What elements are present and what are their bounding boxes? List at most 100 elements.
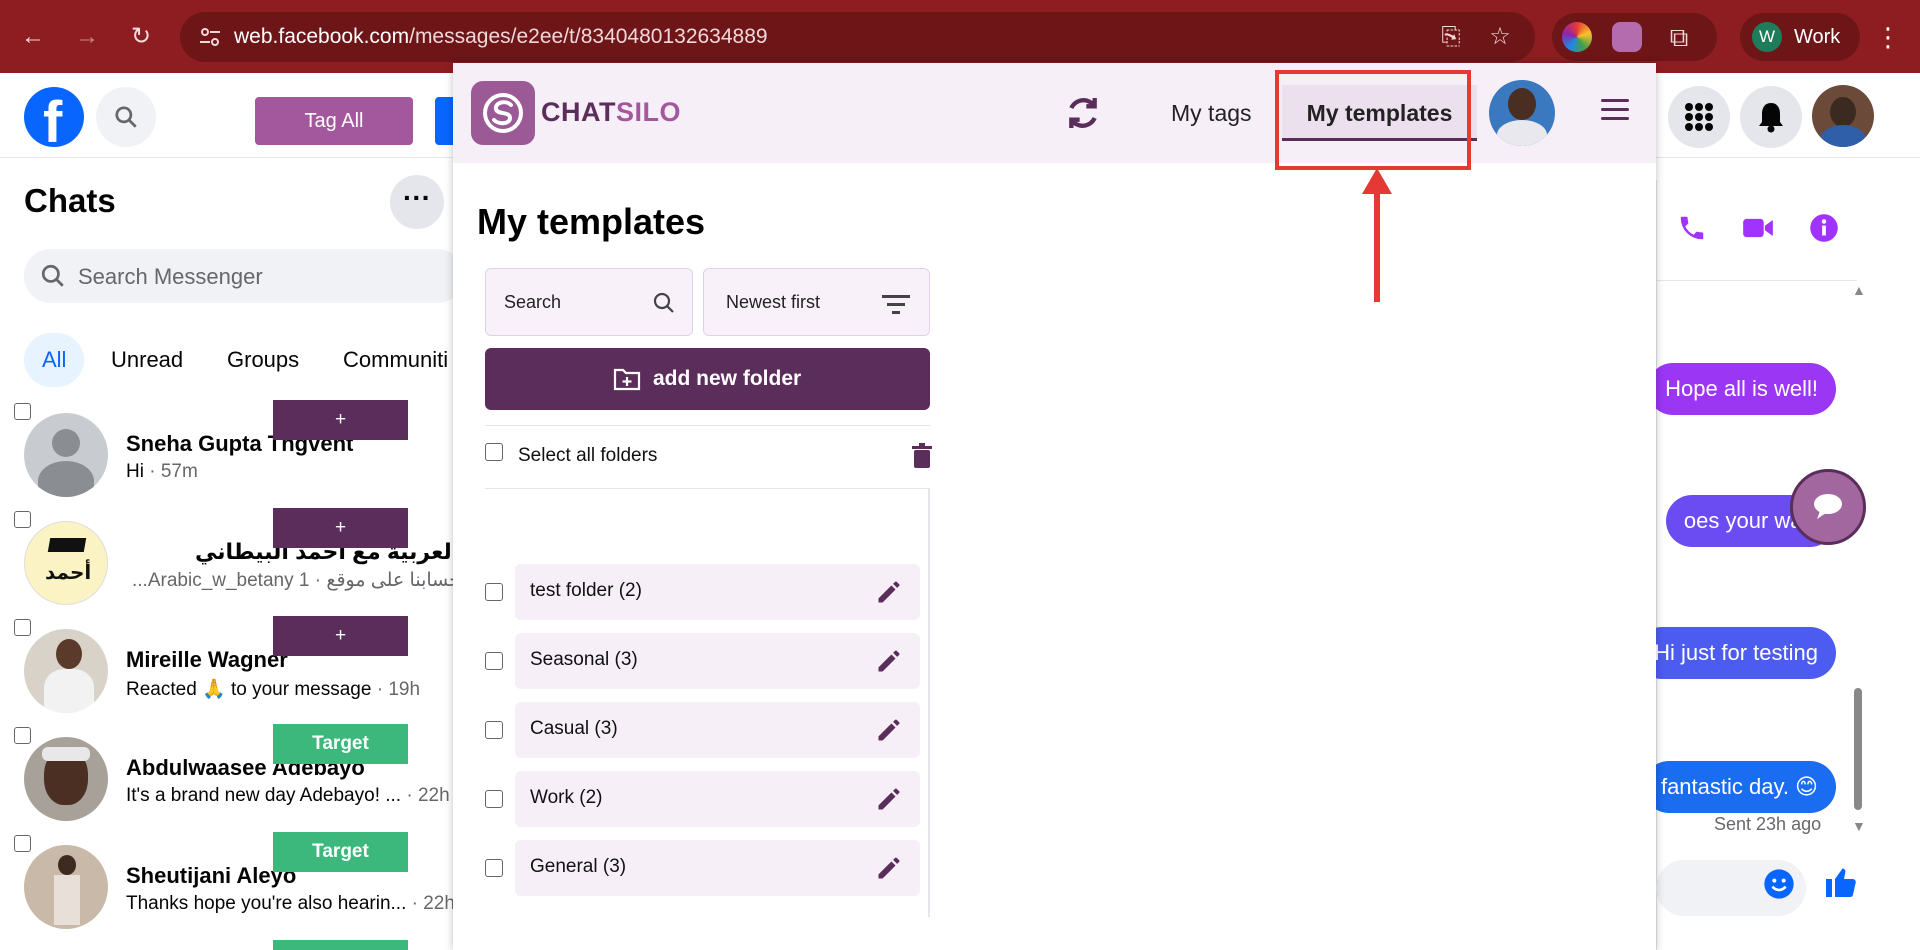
folder-name: Casual (3): [530, 718, 618, 739]
chat-bubble-icon: [1814, 494, 1842, 519]
add-tag-button[interactable]: +: [273, 400, 408, 440]
delete-trash-icon[interactable]: [911, 443, 933, 469]
back-icon[interactable]: ←: [16, 20, 50, 54]
menu-grid-button[interactable]: [1668, 86, 1730, 148]
filter-tab-unread[interactable]: Unread: [111, 333, 183, 387]
chat-select-checkbox[interactable]: [14, 727, 31, 744]
folder-item[interactable]: Work (2): [485, 771, 930, 827]
target-tag-badge[interactable]: [273, 940, 408, 950]
folder-checkbox[interactable]: [485, 652, 503, 670]
search-placeholder: Search Messenger: [78, 264, 263, 289]
select-all-checkbox[interactable]: [485, 443, 503, 461]
chatsilo-logo-mark: [483, 93, 523, 133]
chat-select-checkbox[interactable]: [14, 403, 31, 420]
highlight-box: [1275, 70, 1471, 170]
facebook-account-avatar[interactable]: [1812, 85, 1874, 147]
chat-preview: ...Arabic_w_betany حسابنا على موقع · 1: [132, 570, 461, 591]
message-bubble[interactable]: Hope all is well!: [1647, 363, 1836, 415]
tab-my-tags[interactable]: My tags: [1171, 85, 1252, 141]
chat-select-checkbox[interactable]: [14, 511, 31, 528]
folder-item[interactable]: General (3): [485, 840, 930, 896]
site-settings-icon[interactable]: [198, 25, 222, 49]
bookmark-star-icon[interactable]: ☆: [1486, 23, 1514, 51]
profile-label: Work: [1794, 26, 1841, 48]
install-app-icon[interactable]: ⎘: [1437, 23, 1465, 51]
conversation-divider: [1657, 280, 1857, 281]
pencil-edit-icon[interactable]: [875, 647, 903, 675]
puzzle-extensions-icon[interactable]: ⧉: [1664, 22, 1694, 52]
color-picker-extension-icon[interactable]: [1562, 22, 1592, 52]
pencil-edit-icon[interactable]: [875, 785, 903, 813]
chats-options-button[interactable]: ···: [390, 175, 444, 229]
target-tag-badge[interactable]: Target: [273, 832, 408, 872]
add-tag-button[interactable]: +: [273, 616, 408, 656]
facebook-logo[interactable]: f: [24, 87, 84, 155]
chatsilo-extension-icon[interactable]: [1612, 22, 1642, 52]
tag-all-button[interactable]: Tag All: [255, 97, 413, 145]
forward-icon[interactable]: →: [70, 20, 104, 54]
select-all-label: Select all folders: [518, 445, 658, 466]
emoji-icon[interactable]: [1763, 868, 1795, 905]
video-call-icon[interactable]: [1741, 213, 1775, 247]
reload-icon[interactable]: ↻: [124, 20, 158, 54]
messenger-search-input[interactable]: Search Messenger: [24, 249, 464, 303]
message-bubble[interactable]: fantastic day. 😊: [1642, 761, 1836, 813]
hamburger-menu-icon[interactable]: [1601, 99, 1629, 121]
folder-name: Work (2): [530, 787, 603, 808]
chat-preview: It's a brand new day Adebayo! ... · 22h: [126, 785, 450, 806]
chatsilo-user-avatar[interactable]: [1489, 80, 1555, 146]
browser-menu-icon[interactable]: ⋮: [1873, 20, 1903, 54]
folder-checkbox[interactable]: [485, 859, 503, 877]
chatsilo-floating-button[interactable]: [1790, 469, 1866, 545]
chat-preview: Reacted 🙏 to your message · 19h: [126, 679, 421, 700]
folder-item[interactable]: test folder (2): [485, 564, 930, 620]
pencil-edit-icon[interactable]: [875, 854, 903, 882]
notifications-button[interactable]: [1740, 86, 1802, 148]
sent-timestamp: Sent 23h ago: [1714, 814, 1822, 834]
thumbs-up-icon[interactable]: [1823, 864, 1859, 905]
pencil-edit-icon[interactable]: [875, 578, 903, 606]
folder-name: test folder (2): [530, 580, 642, 601]
filter-tab-groups[interactable]: Groups: [227, 333, 299, 387]
folder-list: test folder (2) Seasonal (3) Casual (3) …: [485, 489, 930, 917]
annotation-arrow-icon: [1362, 168, 1392, 302]
refresh-icon[interactable]: [1063, 93, 1103, 133]
info-icon[interactable]: [1807, 213, 1841, 247]
folder-checkbox[interactable]: [485, 721, 503, 739]
chat-preview: Thanks hope you're also hearin... · 22h: [126, 893, 455, 914]
filter-tab-communities[interactable]: Communiti: [343, 333, 448, 387]
folder-item[interactable]: Seasonal (3): [485, 633, 930, 689]
add-new-folder-button[interactable]: add new folder: [485, 348, 930, 410]
chatsilo-logo[interactable]: [471, 81, 535, 145]
chatsilo-brand: CHATSILO: [541, 97, 681, 127]
phone-call-icon[interactable]: [1675, 213, 1709, 247]
chat-preview: Hi · 57m: [126, 461, 198, 482]
browser-profile-button[interactable]: W Work: [1740, 13, 1860, 61]
folder-item[interactable]: Casual (3): [485, 702, 930, 758]
scroll-up-icon[interactable]: ▲: [1852, 282, 1866, 298]
secondary-toolbar-button[interactable]: [435, 97, 455, 145]
avatar: [24, 413, 108, 497]
chat-select-checkbox[interactable]: [14, 619, 31, 636]
target-tag-badge[interactable]: Target: [273, 724, 408, 764]
pencil-edit-icon[interactable]: [875, 716, 903, 744]
avatar: أحمد: [24, 521, 108, 605]
scroll-down-icon[interactable]: ▼: [1852, 818, 1866, 834]
conversation-scrollbar[interactable]: [1854, 688, 1862, 810]
facebook-search-button[interactable]: [96, 87, 156, 147]
chat-select-checkbox[interactable]: [14, 835, 31, 852]
search-placeholder: Search: [504, 292, 562, 312]
message-bubble[interactable]: Hi just for testing: [1636, 627, 1836, 679]
profile-avatar: W: [1752, 22, 1782, 52]
folder-checkbox[interactable]: [485, 583, 503, 601]
url-text[interactable]: web.facebook.com/messages/e2ee/t/8340480…: [234, 25, 768, 49]
folder-checkbox[interactable]: [485, 790, 503, 808]
avatar: [24, 737, 108, 821]
sort-dropdown[interactable]: Newest first: [703, 268, 930, 336]
filter-tab-all[interactable]: All: [24, 333, 85, 387]
search-icon: [115, 106, 137, 128]
folder-name: Seasonal (3): [530, 649, 638, 670]
address-bar[interactable]: web.facebook.com/messages/e2ee/t/8340480…: [180, 12, 1535, 62]
add-tag-button[interactable]: +: [273, 508, 408, 548]
template-search-input[interactable]: Search: [485, 268, 693, 336]
